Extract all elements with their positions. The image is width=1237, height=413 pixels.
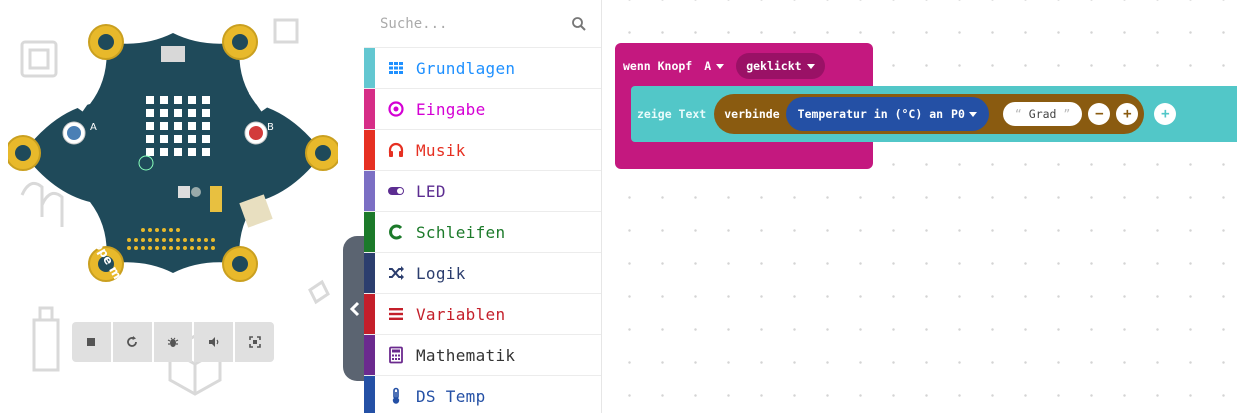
category-color-bar [364,253,375,293]
show-string-block[interactable]: zeige Text verbinde Temperatur in (°C) a… [631,86,1237,142]
light-sensor [210,186,222,212]
svg-text:A: A [90,122,97,133]
restart-button[interactable] [112,322,152,362]
category-color-bar [364,376,375,413]
category-grundlagen[interactable]: Grundlagen [364,48,601,89]
plus-icon: + [1161,106,1170,122]
pin-dropdown-value: P0 [951,107,965,121]
category-label: Logik [416,263,466,283]
loop-icon [387,223,405,241]
string-input[interactable]: “ Grad ” [1002,102,1083,126]
category-musik[interactable]: Musik [364,130,601,171]
event-block-header: wenn Knopf A geklickt [623,53,825,79]
target-icon [387,100,405,118]
blocks-workspace[interactable]: wenn Knopf A geklickt zeige Text verbind… [603,0,1237,413]
category-label: Musik [416,140,466,160]
chevron-down-icon [806,63,815,69]
toolbox: Grundlagen Eingabe Musik LED Schleifen L… [364,0,602,413]
temperature-block[interactable]: Temperatur in (°C) an P0 [785,97,989,131]
calliope-board[interactable]: A B Calliope mini [8,8,338,298]
category-variablen[interactable]: Variablen [364,294,601,335]
event-dropdown[interactable]: geklickt [736,53,825,79]
remove-item-button[interactable]: − [1088,103,1111,125]
category-color-bar [364,335,375,375]
category-label: DS Temp [416,386,486,406]
minus-icon: − [1095,106,1104,122]
stop-icon [87,338,96,346]
thermometer-icon [387,387,405,405]
category-label: Schleifen [416,222,506,242]
chevron-down-icon [968,111,977,117]
restart-icon [127,336,138,347]
join-block[interactable]: verbinde Temperatur in (°C) an P0 “ Grad… [714,94,1145,134]
button-dropdown-value: A [704,59,712,73]
grid-icon [387,59,405,77]
search-icon[interactable] [571,16,587,32]
category-mathematik[interactable]: Mathematik [364,335,601,376]
category-label: LED [416,181,446,201]
category-schleifen[interactable]: Schleifen [364,212,601,253]
fullscreen-button[interactable] [235,322,274,362]
search-input[interactable] [380,15,571,32]
event-block-label: wenn Knopf [623,59,693,73]
chevron-down-icon [716,63,725,69]
debug-button[interactable] [153,322,193,362]
join-label: verbinde [724,107,780,121]
button-dropdown[interactable]: A [700,53,729,79]
string-value: Grad [1028,107,1057,121]
stop-button[interactable] [72,322,111,362]
mute-button[interactable] [194,322,234,362]
temperature-label: Temperatur in (°C) an [797,107,944,121]
bug-icon [167,337,179,347]
category-color-bar [364,89,375,129]
pin-dropdown[interactable]: P0 [951,107,977,121]
fullscreen-icon [248,336,261,348]
toolbox-search [364,0,601,48]
toggle-icon [387,182,405,200]
show-string-row: zeige Text verbinde Temperatur in (°C) a… [635,94,1177,134]
simulator-panel: A B Calliope mini [0,0,345,413]
list-icon [387,305,405,323]
sensor-chip [178,186,190,198]
add-item-button[interactable]: + [1116,103,1139,125]
speaker-icon [208,337,219,347]
usb-connector [161,46,185,62]
category-label: Mathematik [416,345,516,365]
category-color-bar [364,171,375,211]
category-label: Grundlagen [416,58,516,78]
shuffle-icon [387,264,405,282]
category-color-bar [364,212,375,252]
calculator-icon [387,346,405,364]
show-string-label: zeige Text [637,107,707,121]
event-dropdown-value: geklickt [746,59,802,73]
category-ds-temp[interactable]: DS Temp [364,376,601,413]
category-label: Eingabe [416,99,486,119]
category-color-bar [364,48,375,88]
category-logik[interactable]: Logik [364,253,601,294]
simulator-toolbar [72,322,274,362]
category-color-bar [364,130,375,170]
expand-block-button[interactable]: + [1154,103,1177,125]
category-eingabe[interactable]: Eingabe [364,89,601,130]
svg-text:B: B [267,122,274,133]
category-led[interactable]: LED [364,171,601,212]
category-label: Variablen [416,304,506,324]
board-body [23,33,323,273]
chevron-left-icon [349,301,360,316]
headphones-icon [387,141,405,159]
plus-icon: + [1123,106,1132,122]
category-color-bar [364,294,375,334]
